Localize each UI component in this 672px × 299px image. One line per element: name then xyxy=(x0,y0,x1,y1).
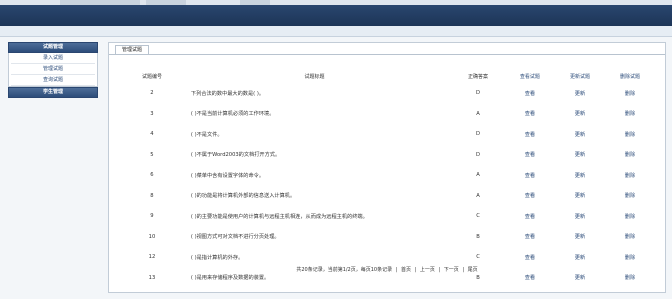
view-link[interactable]: 查看 xyxy=(505,104,555,125)
last-page-link[interactable]: 尾页 xyxy=(468,267,478,273)
delete-link[interactable]: 删除 xyxy=(605,165,655,186)
sub-header-bar xyxy=(0,26,672,37)
update-link[interactable]: 更新 xyxy=(555,227,605,248)
cell-answer: B xyxy=(476,233,480,240)
cell-title: ( )不是当前计算机必须的工作环境。 xyxy=(190,111,275,118)
table-row: 3 ( )不是当前计算机必须的工作环境。 A 查看 更新 删除 xyxy=(125,104,655,125)
cell-id: 10 xyxy=(148,233,156,240)
cell-answer: D xyxy=(476,131,480,138)
sidebar-section-question-management[interactable]: 试题管理 xyxy=(8,42,98,53)
update-link[interactable]: 更新 xyxy=(555,83,605,104)
cell-id: 9 xyxy=(150,213,154,220)
col-header-view: 查看试题 xyxy=(519,73,540,80)
table-row: 6 ( )菜单中含有设置字体的命令。 A 查看 更新 删除 xyxy=(125,165,655,186)
cell-answer: A xyxy=(476,110,480,117)
cell-title: ( )是指计算机的外存。 xyxy=(190,254,244,261)
col-header-update: 更新试题 xyxy=(569,73,590,80)
table-row: 10 ( )视图方式可对文档不进行分页处理。 B 查看 更新 删除 xyxy=(125,227,655,248)
view-link[interactable]: 查看 xyxy=(505,124,555,145)
cell-title: ( )的主要功能是使用户的计算机与远程主机相连，从而成为远程主机的终端。 xyxy=(190,213,368,220)
cell-answer: A xyxy=(476,192,480,199)
cell-title: ( )不是文件。 xyxy=(190,131,223,138)
cell-answer: D xyxy=(476,90,480,97)
table-row: 4 ( )不是文件。 D 查看 更新 删除 xyxy=(125,124,655,145)
col-header-answer: 正确答案 xyxy=(468,73,489,80)
view-link[interactable]: 查看 xyxy=(505,247,555,268)
col-header-id: 试题编号 xyxy=(141,73,162,80)
delete-link[interactable]: 删除 xyxy=(605,247,655,268)
cell-id: 8 xyxy=(150,192,154,199)
cell-id: 4 xyxy=(150,131,154,138)
cell-answer: A xyxy=(476,172,480,179)
cell-answer: D xyxy=(476,151,480,158)
sidebar-item-manage-question[interactable]: 管理试题 xyxy=(11,64,95,75)
cell-id: 12 xyxy=(148,254,156,261)
cell-title: ( )的功能是将计算机外部的信息送入计算机。 xyxy=(190,193,296,200)
pagination-summary: 共20条记录，当前第1/2页，每页10条记录 xyxy=(296,267,393,273)
update-link[interactable]: 更新 xyxy=(555,165,605,186)
view-link[interactable]: 查看 xyxy=(505,186,555,207)
view-link[interactable]: 查看 xyxy=(505,227,555,248)
update-link[interactable]: 更新 xyxy=(555,186,605,207)
col-header-delete: 删除试题 xyxy=(619,73,640,80)
table-row: 12 ( )是指计算机的外存。 C 查看 更新 删除 xyxy=(125,247,655,268)
table-row: 8 ( )的功能是将计算机外部的信息送入计算机。 A 查看 更新 删除 xyxy=(125,186,655,207)
delete-link[interactable]: 删除 xyxy=(605,227,655,248)
delete-link[interactable]: 删除 xyxy=(605,83,655,104)
view-link[interactable]: 查看 xyxy=(505,83,555,104)
cell-title: ( )视图方式可对文档不进行分页处理。 xyxy=(190,234,280,241)
sidebar-item-query-question[interactable]: 查询试题 xyxy=(11,75,95,86)
view-link[interactable]: 查看 xyxy=(505,165,555,186)
sidebar-item-enter-question[interactable]: 录入试题 xyxy=(11,53,95,64)
col-header-title: 试题标题 xyxy=(304,73,325,80)
cell-id: 5 xyxy=(150,151,154,158)
view-link[interactable]: 查看 xyxy=(505,145,555,166)
table-row: 2 下列合法的数中最大的数是( )。 D 查看 更新 删除 xyxy=(125,83,655,104)
cell-title: ( )不属于Word2003的文档打开方式。 xyxy=(190,152,281,159)
next-page-link[interactable]: 下一页 xyxy=(444,267,459,273)
tab-divider xyxy=(109,54,665,55)
main-panel: 管理试题 试题编号 试题标题 正确答案 查看试题 更新试题 删除试题 2 下列合… xyxy=(108,42,666,293)
prev-page-link[interactable]: 上一页 xyxy=(420,267,435,273)
table-row: 9 ( )的主要功能是使用户的计算机与远程主机相连，从而成为远程主机的终端。 C… xyxy=(125,206,655,227)
sidebar-list: 录入试题 管理试题 查询试题 xyxy=(8,53,98,87)
update-link[interactable]: 更新 xyxy=(555,145,605,166)
sidebar-section-student-management[interactable]: 学生管理 xyxy=(8,87,98,98)
top-strip xyxy=(0,0,672,5)
update-link[interactable]: 更新 xyxy=(555,206,605,227)
cell-title: ( )菜单中含有设置字体的命令。 xyxy=(190,172,265,179)
cell-id: 3 xyxy=(150,110,154,117)
delete-link[interactable]: 删除 xyxy=(605,145,655,166)
view-link[interactable]: 查看 xyxy=(505,206,555,227)
delete-link[interactable]: 删除 xyxy=(605,186,655,207)
cell-answer: C xyxy=(476,254,480,261)
delete-link[interactable]: 删除 xyxy=(605,104,655,125)
delete-link[interactable]: 删除 xyxy=(605,124,655,145)
cell-answer: C xyxy=(476,213,480,220)
questions-table: 试题编号 试题标题 正确答案 查看试题 更新试题 删除试题 2 下列合法的数中最… xyxy=(125,69,655,288)
pagination: 共20条记录，当前第1/2页，每页10条记录 | 首页 | 上一页 | 下一页 … xyxy=(296,267,478,273)
sidebar: 试题管理 录入试题 管理试题 查询试题 学生管理 xyxy=(8,42,98,98)
update-link[interactable]: 更新 xyxy=(555,124,605,145)
cell-title: 下列合法的数中最大的数是( )。 xyxy=(190,90,265,97)
update-link[interactable]: 更新 xyxy=(555,247,605,268)
cell-id: 2 xyxy=(150,90,154,97)
cell-id: 6 xyxy=(150,172,154,179)
table-row: 5 ( )不属于Word2003的文档打开方式。 D 查看 更新 删除 xyxy=(125,145,655,166)
first-page-link[interactable]: 首页 xyxy=(401,267,411,273)
delete-link[interactable]: 删除 xyxy=(605,206,655,227)
table-header-row: 试题编号 试题标题 正确答案 查看试题 更新试题 删除试题 xyxy=(125,69,655,83)
update-link[interactable]: 更新 xyxy=(555,104,605,125)
